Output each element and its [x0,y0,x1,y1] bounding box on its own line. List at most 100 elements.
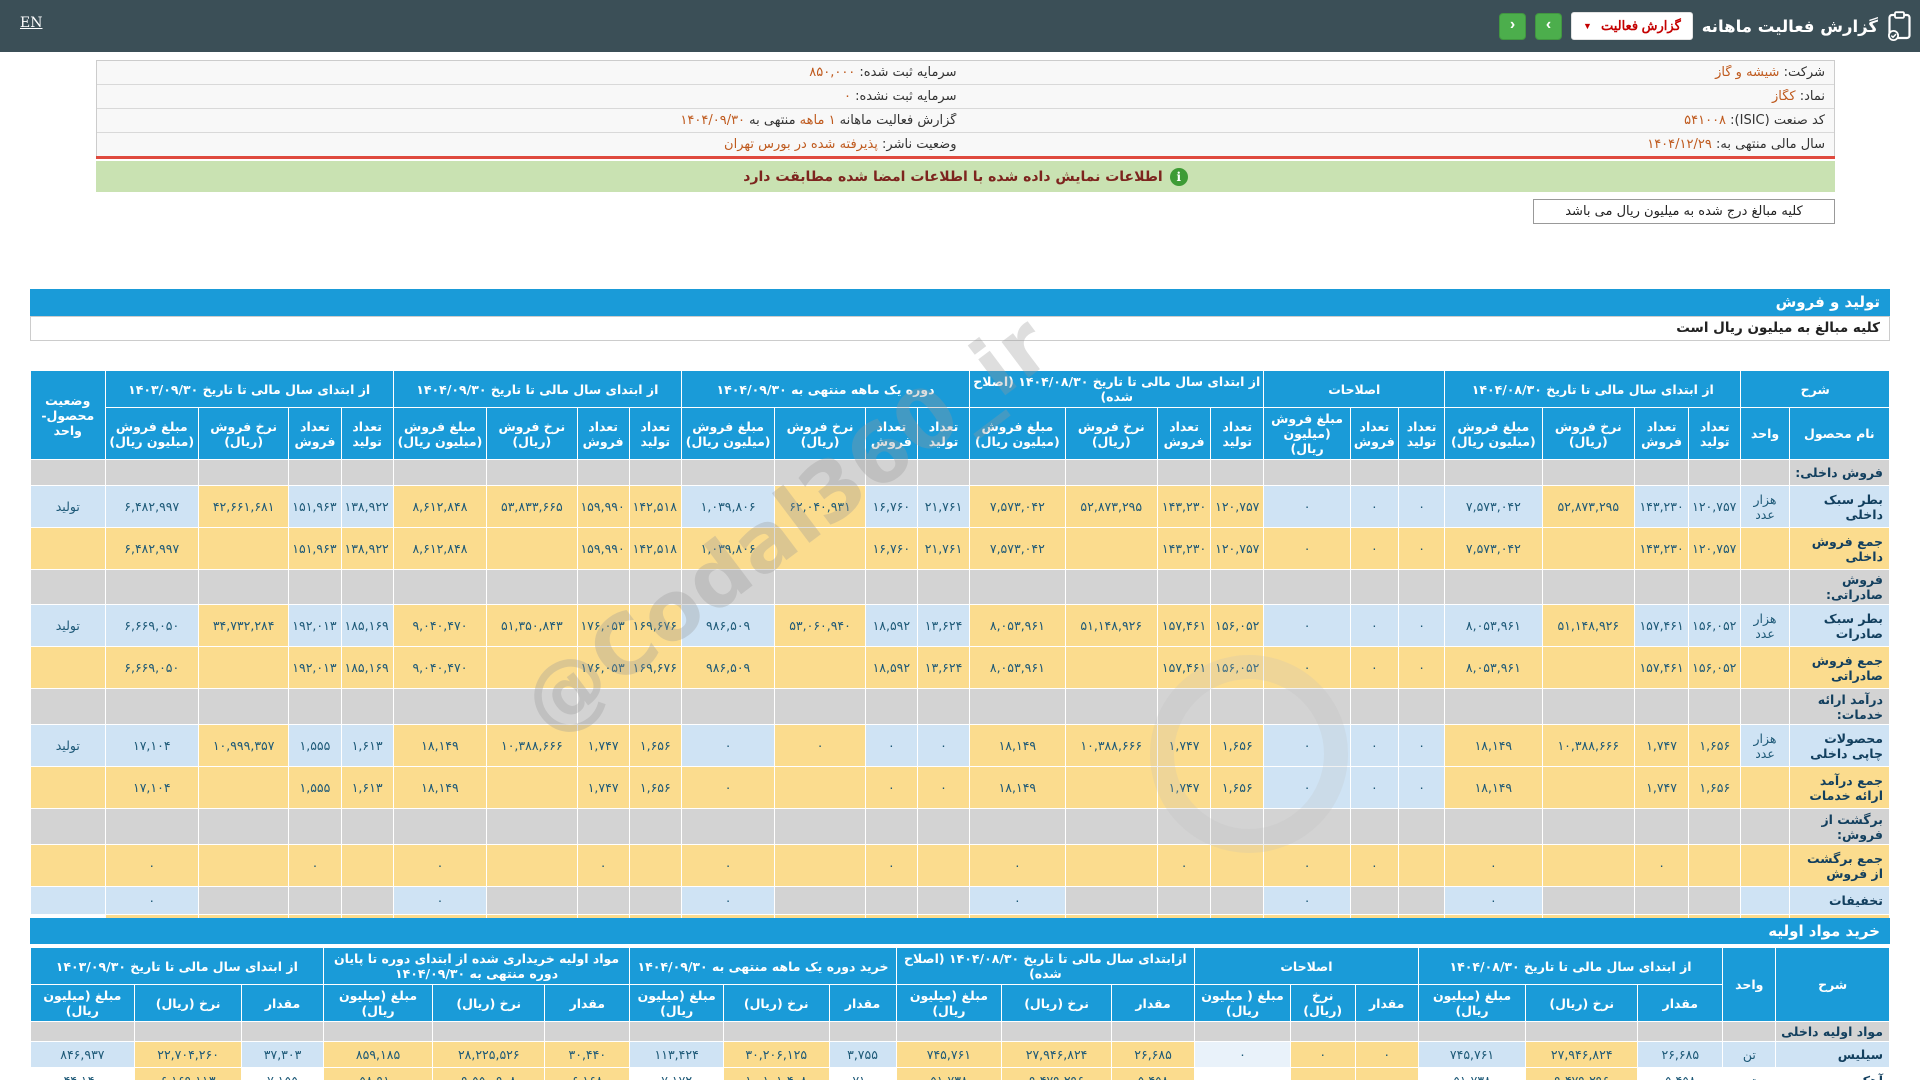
data-cell: ۱۴۳,۲۳۰ [1633,485,1690,528]
data-cell: ۵۸,۹۱۰ [322,1067,434,1080]
data-cell [774,766,866,809]
data-cell: ۶,۶۶۹,۰۵۰ [104,646,199,689]
data-cell: ۱۵۱,۹۶۳ [288,527,342,570]
data-cell: ۱۵۷,۴۶۱ [1156,604,1212,647]
data-cell: ۱۶۹,۶۷۶ [628,646,682,689]
data-cell: ۰ [1263,766,1351,809]
data-cell: ۸,۶۱۲,۸۴۸ [392,527,488,570]
next-report-button[interactable]: › [1535,12,1563,40]
data-cell [628,886,682,915]
empty-cell [340,808,394,845]
data-cell: ۰ [392,844,488,887]
column-group-header: شرح [1740,370,1890,408]
empty-cell [1444,459,1543,486]
data-cell: ۱,۶۵۶ [1688,724,1742,767]
data-cell: ۳۰,۴۴۰ [544,1041,631,1068]
data-cell: ۸,۶۱۲,۸۴۸ [392,485,488,528]
data-cell: ۱۸,۱۴۹ [392,724,488,767]
report-type-dropdown[interactable]: گزارش فعالیت ▼ [1571,12,1693,40]
empty-cell [1210,688,1265,725]
data-cell [1541,844,1635,887]
data-cell: ۰ [1263,604,1351,647]
data-cell: ۱۸۵,۱۶۹ [340,604,394,647]
column-group-header: از ابتدای سال مالی تا تاریخ ۱۴۰۳/۰۹/۳۰ [30,947,324,985]
data-cell: ۱۶,۷۶۰ [864,485,918,528]
empty-cell [1210,808,1265,845]
section-row-label: فروش صادراتی: [1788,569,1891,605]
data-cell: ۰ [1397,766,1446,809]
language-switch-en[interactable]: EN [20,15,42,31]
signature-match-banner: i اطلاعات نمایش داده شده با اطلاعات امضا… [96,161,1835,192]
column-header: واحد [1740,407,1790,460]
amounts-unit-tab[interactable]: کلیه مبالغ درج شده به میلیون ریال می باش… [1533,199,1835,224]
data-cell: ۱,۷۴۷ [1156,724,1212,767]
column-header: نرخ (ریال) [1001,984,1112,1022]
column-header: مقدار [241,984,324,1022]
data-cell [1210,844,1265,887]
data-cell: ۱۸,۵۹۲ [864,646,918,689]
empty-cell [544,1021,631,1042]
data-cell: ۱۳۸,۹۲۲ [340,527,394,570]
chevron-left-icon: ‹ [1509,16,1516,33]
empty-cell [969,459,1066,486]
table-row: فروش داخلی: [30,459,1891,486]
info-cell-left: گزارش فعالیت ماهانه ۱ ماهه منتهی به ۱۴۰۴… [680,113,957,128]
empty-cell [1156,808,1212,845]
empty-cell [1444,688,1543,725]
data-cell: ۰ [864,766,918,809]
data-cell: ۰ [680,724,776,767]
data-cell: ۵۲,۸۷۳,۲۹۵ [1064,485,1158,528]
info-row: سال مالی منتهی به: ۱۴۰۴/۱۲/۲۹ وضعیت ناشر:… [97,133,1834,156]
column-header: تعداد تولید [1397,407,1446,460]
data-cell: ۴۴,۱۴۰ [30,1067,135,1080]
empty-cell [1740,688,1790,725]
data-cell [1541,527,1635,570]
data-cell: تولید [30,485,106,528]
data-cell: ۲۸,۲۲۵,۵۲۶ [432,1041,546,1068]
empty-cell [197,569,290,605]
data-cell: ۱۵۶,۰۵۲ [1688,646,1742,689]
data-cell: ۱۵۶,۰۵۲ [1210,604,1265,647]
data-cell: تولید [30,604,106,647]
empty-cell [1397,808,1446,845]
empty-cell [680,808,776,845]
empty-cell [722,1021,830,1042]
empty-cell [1541,808,1635,845]
prev-report-button[interactable]: ‹ [1499,12,1527,40]
column-header: مبلغ فروش (میلیون ریال) [1444,407,1543,460]
empty-cell [864,569,918,605]
column-header: نرخ فروش (ریال) [1541,407,1635,460]
data-cell: ۳۷,۳۰۳ [241,1041,324,1068]
data-cell [1541,886,1635,915]
data-cell: ۱۰,۳۸۸,۶۶۶ [1064,724,1158,767]
column-header: تعداد فروش [1156,407,1212,460]
info-cell-left: وضعیت ناشر: پذیرفته شده در بورس تهران [724,137,957,152]
data-cell: ۱,۷۴۷ [1156,766,1212,809]
info-icon: i [1169,167,1188,186]
column-header: نرخ (ریال) [133,984,243,1022]
empty-cell [1740,808,1790,845]
empty-cell [288,808,342,845]
data-cell [30,844,106,887]
column-header: تعداد تولید [1688,407,1742,460]
data-cell: ۰ [1349,766,1399,809]
data-cell: ۱,۰۳۹,۸۰۶ [680,527,776,570]
empty-cell [486,569,578,605]
data-cell [197,766,290,809]
empty-cell [486,459,578,486]
row-label-cell: بطر سبک داخلی [1788,485,1891,528]
empty-cell [1444,808,1543,845]
data-cell: ۰ [1444,886,1543,915]
data-cell [197,844,290,887]
data-cell: تن [1722,1041,1777,1068]
column-header: نرخ (ریال) [722,984,830,1022]
empty-cell [864,688,918,725]
data-cell: ۹۸۶,۵۰۹ [680,646,776,689]
data-cell: ۲۲,۷۰۴,۲۶۰ [133,1041,243,1068]
data-cell: ۱۳۸,۹۲۲ [340,485,394,528]
data-cell: ۶,۱۶۸ [544,1067,631,1080]
column-group-header: از ابتدای سال مالی تا تاریخ ۱۴۰۴/۰۸/۳۰ [1444,370,1742,408]
empty-cell [241,1021,324,1042]
empty-cell [104,459,199,486]
data-cell: ۰ [392,886,488,915]
